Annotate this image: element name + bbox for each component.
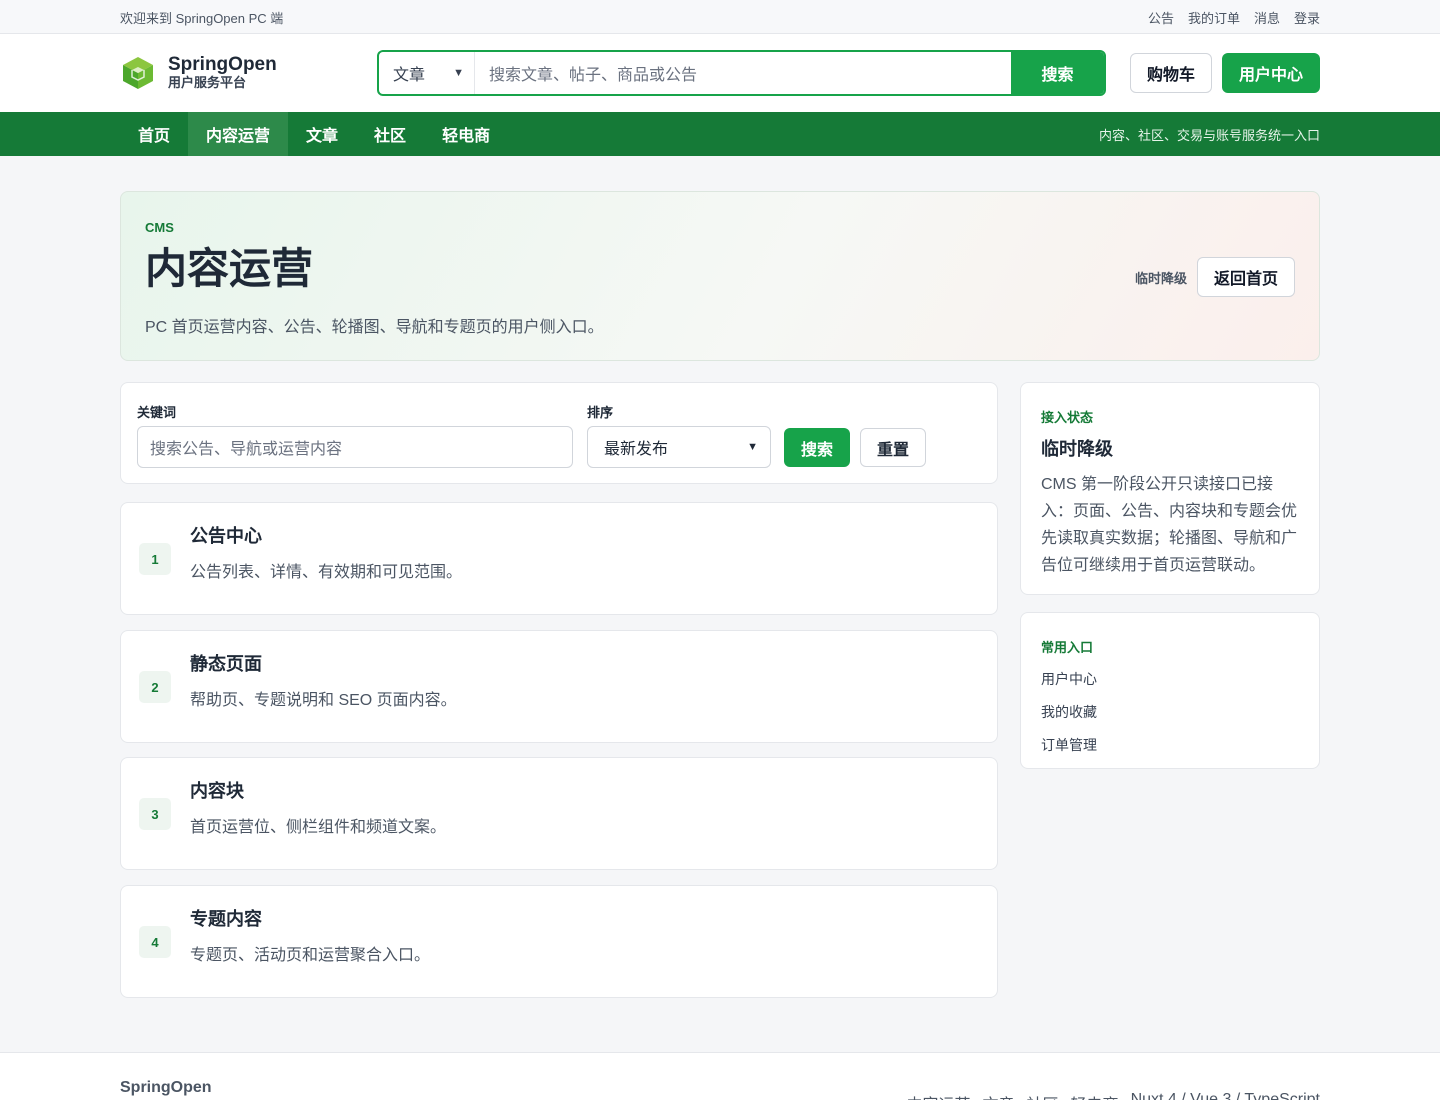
keyword-label: 关键词: [137, 405, 177, 420]
sort-value: 最新发布: [604, 441, 669, 458]
nav-slogan: 内容、社区、交易与账号服务统一入口: [1098, 127, 1320, 143]
brand-subtitle: 用户服务平台: [168, 75, 247, 90]
item-title: 公告中心: [190, 526, 262, 546]
hero-description: PC 首页运营内容、公告、轮播图、导航和专题页的用户侧入口。: [145, 319, 604, 336]
filter-search-button[interactable]: 搜索: [784, 428, 850, 467]
quick-link-orders[interactable]: 订单管理: [1041, 735, 1299, 755]
footer-brand: SpringOpen: [120, 1079, 212, 1096]
main-nav: 首页 内容运营 文章 社区 轻电商 内容、社区、交易与账号服务统一入口: [0, 112, 1440, 156]
nav-item-shop[interactable]: 轻电商: [424, 112, 508, 156]
item-number: 4: [139, 926, 171, 958]
nav-item-home[interactable]: 首页: [120, 112, 188, 156]
item-description: 首页运营位、侧栏组件和频道文案。: [190, 819, 447, 836]
top-link-login[interactable]: 登录: [1294, 8, 1320, 27]
item-title: 专题内容: [190, 909, 262, 929]
search-category-select[interactable]: 文章 ▼: [379, 52, 475, 94]
search-button[interactable]: 搜索: [1011, 52, 1104, 94]
top-link-notice[interactable]: 公告: [1148, 8, 1174, 27]
search-category-value: 文章: [393, 67, 426, 84]
top-links: 公告 我的订单 消息 登录: [1148, 8, 1320, 27]
hero-tag: CMS: [145, 220, 174, 235]
brand-name: SpringOpen: [168, 54, 277, 75]
top-link-messages[interactable]: 消息: [1254, 8, 1280, 27]
user-center-button[interactable]: 用户中心: [1222, 53, 1320, 93]
footer-link-content-ops[interactable]: 内容运营: [907, 1091, 971, 1100]
back-home-button[interactable]: 返回首页: [1197, 257, 1295, 297]
item-description: 帮助页、专题说明和 SEO 页面内容。: [190, 692, 457, 709]
list-item[interactable]: 2 静态页面 帮助页、专题说明和 SEO 页面内容。: [120, 630, 998, 743]
cube-logo-icon: [123, 57, 153, 89]
logo[interactable]: SpringOpen 用户服务平台: [120, 55, 377, 91]
item-number: 1: [139, 543, 171, 575]
top-link-orders[interactable]: 我的订单: [1188, 8, 1240, 27]
footer-link-community[interactable]: 社区: [1027, 1091, 1059, 1100]
nav-item-community[interactable]: 社区: [356, 112, 424, 156]
sort-select[interactable]: 最新发布 ▼: [587, 426, 771, 468]
quick-links-panel: 常用入口 用户中心 我的收藏 订单管理: [1020, 612, 1320, 769]
filter-panel: 关键词 搜索公告、导航或运营内容 排序 最新发布 ▼ 搜索 重置: [120, 382, 998, 484]
footer-link-articles[interactable]: 文章: [983, 1091, 1015, 1100]
top-bar: 欢迎来到 SpringOpen PC 端 公告 我的订单 消息 登录: [0, 0, 1440, 34]
status-panel-tag: 接入状态: [1041, 410, 1094, 425]
sort-label: 排序: [587, 405, 614, 420]
item-number: 2: [139, 671, 171, 703]
list-item[interactable]: 1 公告中心 公告列表、详情、有效期和可见范围。: [120, 502, 998, 615]
footer-links: 内容运营 文章 社区 轻电商 Nuxt 4 / Vue 3 / TypeScri…: [907, 1091, 1321, 1100]
footer-tech-stack: Nuxt 4 / Vue 3 / TypeScript: [1130, 1091, 1320, 1100]
quick-link-favorites[interactable]: 我的收藏: [1041, 702, 1299, 722]
chevron-down-icon: ▼: [453, 67, 464, 79]
quick-link-user-center[interactable]: 用户中心: [1041, 669, 1299, 689]
search-input[interactable]: 搜索文章、帖子、商品或公告: [475, 52, 1011, 94]
chevron-down-icon: ▼: [747, 441, 758, 453]
item-title: 静态页面: [190, 654, 262, 674]
status-panel: 接入状态 临时降级 CMS 第一阶段公开只读接口已接入：页面、公告、内容块和专题…: [1020, 382, 1320, 595]
hero-banner: CMS 内容运营 PC 首页运营内容、公告、轮播图、导航和专题页的用户侧入口。 …: [120, 191, 1320, 361]
keyword-input[interactable]: 搜索公告、导航或运营内容: [137, 426, 573, 468]
nav-item-articles[interactable]: 文章: [288, 112, 356, 156]
filter-reset-button[interactable]: 重置: [860, 428, 926, 467]
item-title: 内容块: [190, 781, 244, 801]
cart-button[interactable]: 购物车: [1130, 53, 1212, 93]
header: SpringOpen 用户服务平台 文章 ▼ 搜索文章、帖子、商品或公告 搜索 …: [0, 34, 1440, 112]
page-title: 内容运营: [145, 245, 314, 292]
welcome-text: 欢迎来到 SpringOpen PC 端: [120, 10, 284, 26]
footer-link-shop[interactable]: 轻电商: [1071, 1091, 1119, 1100]
item-description: 公告列表、详情、有效期和可见范围。: [190, 564, 463, 581]
status-panel-title: 临时降级: [1041, 439, 1113, 459]
nav-item-content-ops[interactable]: 内容运营: [188, 112, 289, 156]
footer: SpringOpen 内容运营 文章 社区 轻电商 Nuxt 4 / Vue 3…: [0, 1052, 1440, 1100]
status-badge: 临时降级: [1134, 270, 1187, 286]
global-search: 文章 ▼ 搜索文章、帖子、商品或公告 搜索: [377, 50, 1106, 96]
status-panel-text: CMS 第一阶段公开只读接口已接入：页面、公告、内容块和专题会优先读取真实数据；…: [1041, 476, 1298, 574]
list-item[interactable]: 4 专题内容 专题页、活动页和运营聚合入口。: [120, 885, 998, 998]
item-description: 专题页、活动页和运营聚合入口。: [190, 947, 431, 964]
item-number: 3: [139, 798, 171, 830]
quick-links-tag: 常用入口: [1041, 640, 1094, 655]
list-item[interactable]: 3 内容块 首页运营位、侧栏组件和频道文案。: [120, 757, 998, 870]
